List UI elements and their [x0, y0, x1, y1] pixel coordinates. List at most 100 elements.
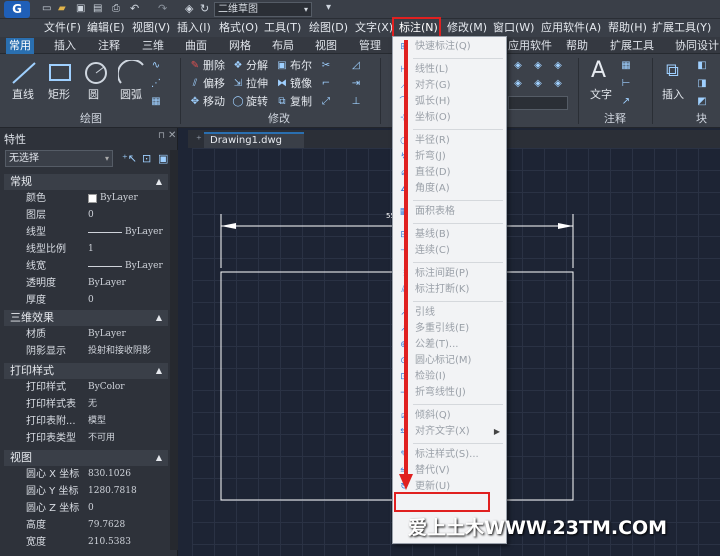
layer-props-icon[interactable]: ◈: [552, 60, 564, 72]
prop-row[interactable]: 圆心 Z 坐标 0: [0, 500, 178, 517]
hatch-icon[interactable]: ▦: [150, 96, 162, 108]
block-attr-icon[interactable]: ◩: [696, 96, 708, 108]
menu-edit[interactable]: 编辑(E): [87, 20, 125, 36]
tab-add-icon[interactable]: ⁺: [196, 133, 202, 146]
polyline-icon[interactable]: ⋰: [150, 78, 162, 90]
create-block-icon[interactable]: ◧: [696, 60, 708, 72]
scale-icon[interactable]: ⤢: [320, 96, 332, 108]
selection-dropdown[interactable]: 无选择 ▾: [5, 150, 113, 167]
move-button[interactable]: 移动: [203, 95, 225, 109]
menu-draw[interactable]: 绘图(D): [309, 20, 348, 36]
tab-manage[interactable]: 管理: [359, 38, 381, 54]
section-view[interactable]: 视图 ▲: [4, 450, 168, 466]
leader-icon[interactable]: ↗: [620, 96, 632, 108]
line-button[interactable]: 直线: [8, 58, 40, 106]
layer-state-icon[interactable]: ◈: [532, 60, 544, 72]
chamfer-icon[interactable]: ◿: [350, 60, 362, 72]
menu-apps[interactable]: 应用软件(A): [541, 20, 601, 36]
mirror-button[interactable]: 镜像: [290, 77, 312, 91]
insert-block-button[interactable]: ⧉ 插入: [660, 58, 690, 106]
save-icon[interactable]: ▣: [76, 3, 85, 14]
fillet-icon[interactable]: ⌐: [320, 78, 332, 90]
save-as-icon[interactable]: ▤: [93, 3, 102, 14]
stretch-button[interactable]: 拉伸: [246, 77, 268, 91]
extend-icon[interactable]: ⇥: [350, 78, 362, 90]
tab-mesh[interactable]: 网格: [229, 38, 251, 54]
break-icon[interactable]: ⊥: [350, 96, 362, 108]
tab-annotate[interactable]: 注释: [98, 38, 120, 54]
prop-row[interactable]: 打印样式 ByColor: [0, 379, 178, 396]
refresh-icon[interactable]: ↻: [200, 2, 209, 15]
drawing-tab[interactable]: Drawing1.dwg: [204, 132, 304, 148]
tab-help[interactable]: 帮助: [566, 38, 588, 54]
prop-row[interactable]: 圆心 Y 坐标 1280.7818: [0, 483, 178, 500]
rotate-button[interactable]: 旋转: [246, 95, 268, 109]
section-plot-style[interactable]: 打印样式 ▲: [4, 363, 168, 379]
prop-row[interactable]: 透明度 ByLayer: [0, 275, 178, 292]
menu-window[interactable]: 窗口(W): [493, 20, 534, 36]
section-general[interactable]: 常规 ▲: [4, 174, 168, 190]
menu-modify[interactable]: 修改(M): [447, 20, 487, 36]
layer-freeze-icon[interactable]: ◈: [512, 78, 524, 90]
select-objects-icon[interactable]: ⊡: [142, 152, 151, 165]
pin-icon[interactable]: ⊓: [158, 131, 165, 141]
prop-row[interactable]: 圆心 X 坐标 830.1026: [0, 466, 178, 483]
print-icon[interactable]: ⎙: [112, 3, 120, 14]
undo-icon[interactable]: ↶: [130, 2, 139, 15]
menu-format[interactable]: 格式(O): [219, 20, 258, 36]
quick-select-icon[interactable]: ⁺↖: [122, 152, 137, 165]
layer-on-icon[interactable]: ◈: [552, 78, 564, 90]
offset-button[interactable]: 偏移: [203, 77, 225, 91]
prop-row[interactable]: 阴影显示 投射和接收阴影: [0, 343, 178, 360]
menu-extension[interactable]: 扩展工具(Y): [652, 20, 711, 36]
rectangle-button[interactable]: 矩形: [44, 58, 76, 106]
boolean-button[interactable]: 布尔: [290, 59, 312, 73]
menu-file[interactable]: 文件(F): [44, 20, 81, 36]
prop-row[interactable]: 打印样式表 无: [0, 396, 178, 413]
dimension-icon[interactable]: ⊢: [620, 78, 632, 90]
redo-icon[interactable]: ↷: [158, 2, 167, 15]
table-icon[interactable]: ▦: [620, 60, 632, 72]
tab-extension[interactable]: 扩展工具: [610, 38, 654, 54]
circle-button[interactable]: 圆: [80, 58, 112, 106]
prop-row[interactable]: 厚度 0: [0, 292, 178, 309]
prop-row[interactable]: 线宽 ByLayer: [0, 258, 178, 275]
close-icon[interactable]: ✕: [168, 130, 176, 141]
menu-help[interactable]: 帮助(H): [608, 20, 647, 36]
tab-3d[interactable]: 三维: [142, 38, 164, 54]
app-logo-icon[interactable]: G: [4, 1, 30, 18]
new-file-icon[interactable]: ▭: [42, 3, 51, 14]
prop-row[interactable]: 宽度 210.5383: [0, 534, 178, 551]
explode-button[interactable]: 分解: [246, 59, 268, 73]
erase-button[interactable]: 删除: [203, 59, 225, 73]
layer-lock-icon[interactable]: ◈: [532, 78, 544, 90]
edit-block-icon[interactable]: ◨: [696, 78, 708, 90]
tab-home[interactable]: 常用: [6, 38, 34, 54]
open-file-icon[interactable]: ▰: [58, 3, 66, 14]
section-3d-effects[interactable]: 三维效果 ▲: [4, 310, 168, 326]
customize-icon[interactable]: ▾: [326, 2, 331, 13]
prop-row[interactable]: 材质 ByLayer: [0, 326, 178, 343]
layer-dropdown[interactable]: [508, 96, 568, 110]
layer-icon[interactable]: ◈: [512, 60, 524, 72]
prop-row[interactable]: 线型比例 1: [0, 241, 178, 258]
copy-button[interactable]: 复制: [290, 95, 312, 109]
tab-view[interactable]: 视图: [315, 38, 337, 54]
block-icon[interactable]: ◈: [185, 2, 193, 15]
prop-row[interactable]: 高度 79.7628: [0, 517, 178, 534]
workspace-select[interactable]: 二维草图 ▾: [214, 2, 312, 17]
text-button[interactable]: A 文字: [586, 58, 616, 106]
tab-collab[interactable]: 协同设计: [675, 38, 719, 54]
properties-scrollbar[interactable]: [170, 150, 178, 550]
menu-text[interactable]: 文字(X): [355, 20, 393, 36]
tab-layout[interactable]: 布局: [272, 38, 294, 54]
menu-insert[interactable]: 插入(I): [177, 20, 211, 36]
prop-row[interactable]: 颜色 ByLayer: [0, 190, 178, 207]
menu-tools[interactable]: 工具(T): [264, 20, 301, 36]
prop-row[interactable]: 图层 0: [0, 207, 178, 224]
arc-button[interactable]: 圆弧: [116, 58, 148, 106]
prop-row[interactable]: 线型 ByLayer: [0, 224, 178, 241]
tab-insert[interactable]: 插入: [54, 38, 76, 54]
pickadd-icon[interactable]: ▣: [158, 152, 168, 165]
menu-view[interactable]: 视图(V): [132, 20, 170, 36]
